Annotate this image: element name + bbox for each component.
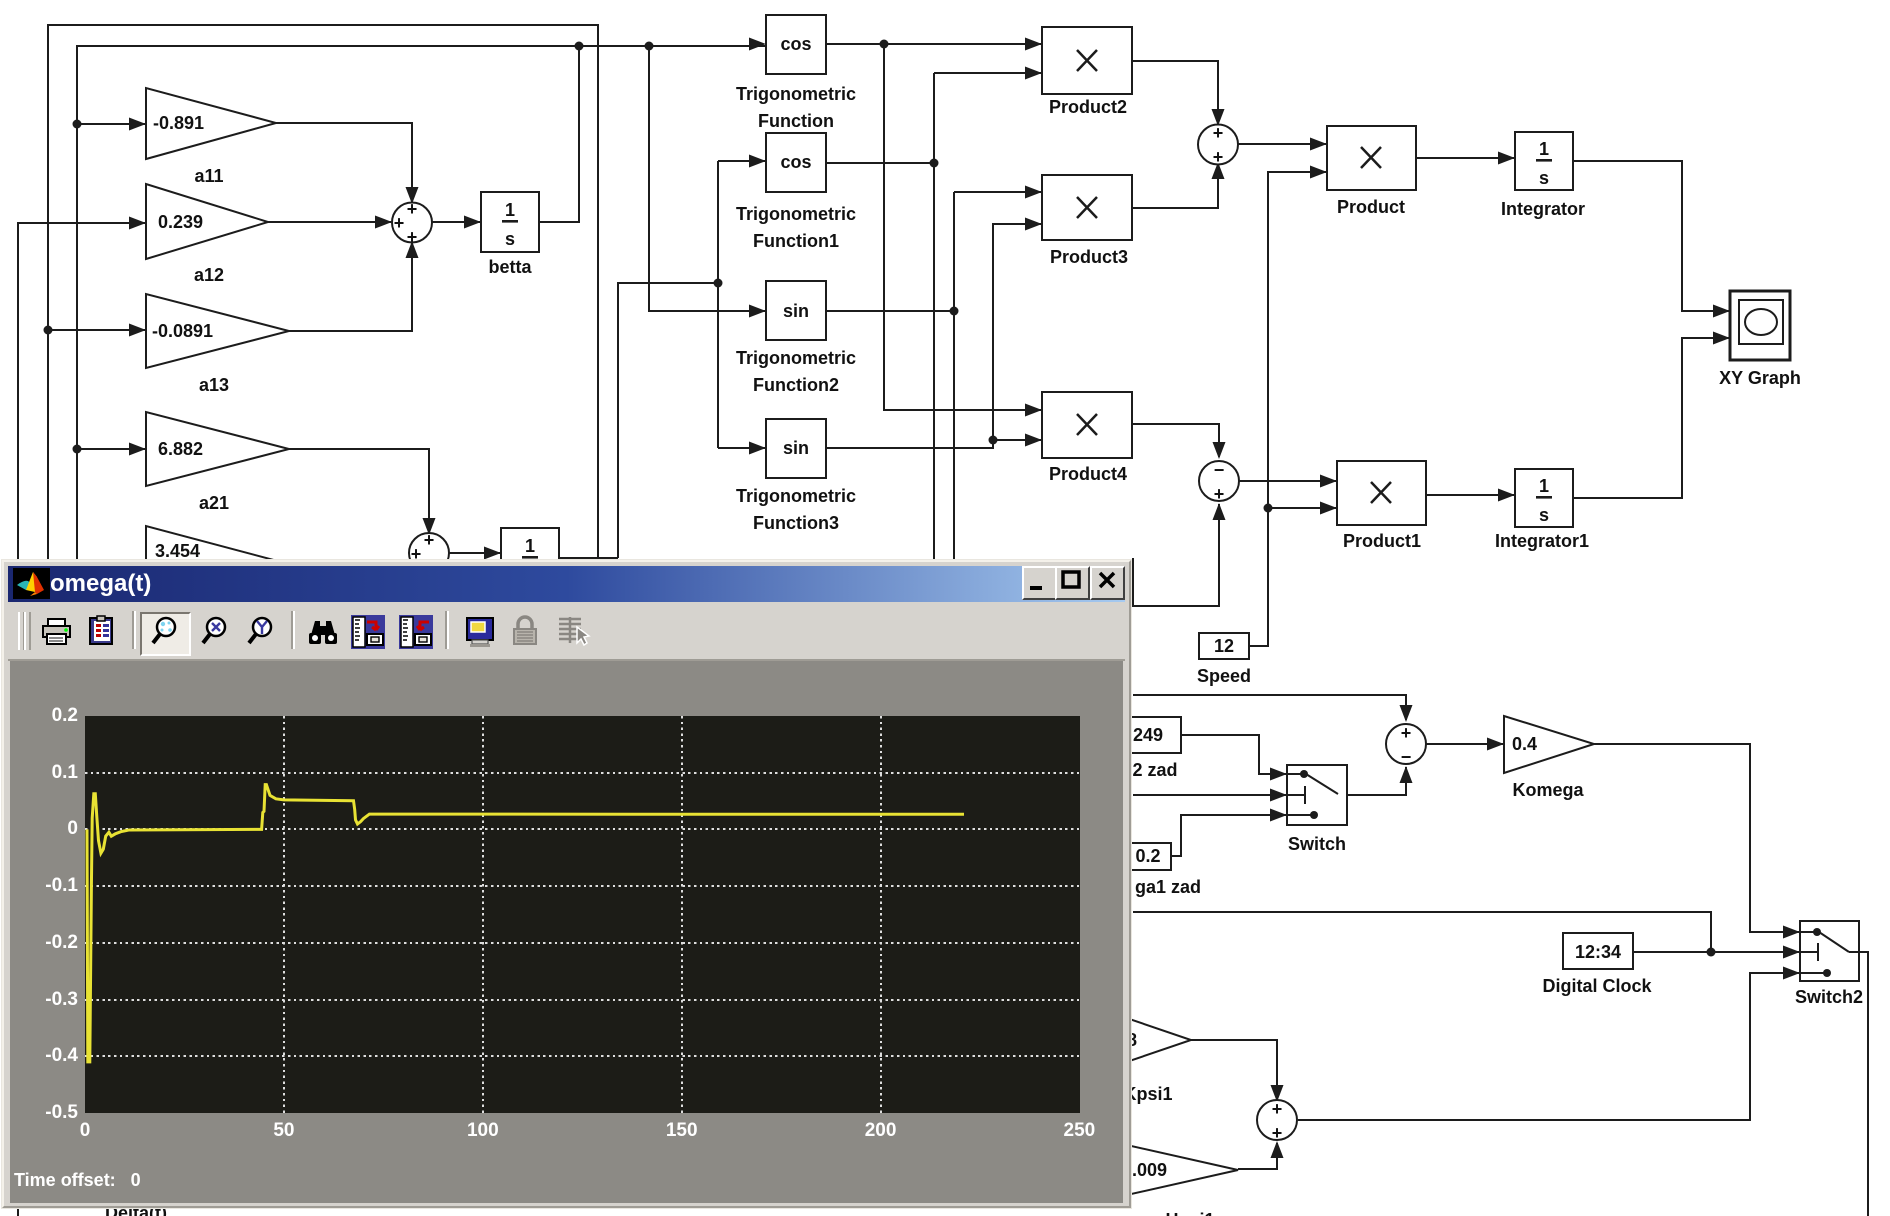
svg-text:3.454: 3.454: [155, 541, 200, 561]
svg-text:XY Graph: XY Graph: [1719, 368, 1801, 388]
svg-text:cos: cos: [780, 152, 811, 172]
svg-text:Speed: Speed: [1197, 666, 1251, 686]
svg-text:sin: sin: [783, 301, 809, 321]
svg-text:Trigonometric: Trigonometric: [736, 204, 856, 224]
svg-text:Komega: Komega: [1512, 780, 1584, 800]
svg-text:Integrator: Integrator: [1501, 199, 1585, 219]
svg-text:sin: sin: [783, 438, 809, 458]
svg-text:Trigonometric: Trigonometric: [736, 486, 856, 506]
svg-text:Product4: Product4: [1049, 464, 1127, 484]
svg-text:1: 1: [1539, 476, 1549, 496]
svg-text:Function3: Function3: [753, 513, 839, 533]
svg-text:Switch2: Switch2: [1795, 987, 1863, 1007]
svg-text:+: +: [1401, 723, 1412, 743]
svg-text:a13: a13: [199, 375, 229, 395]
svg-text:+: +: [1213, 147, 1224, 167]
svg-text:a12: a12: [194, 265, 224, 285]
svg-text:s: s: [505, 229, 515, 249]
svg-text:Hpsi1: Hpsi1: [1165, 1210, 1214, 1216]
svg-text:−: −: [1214, 460, 1225, 480]
svg-text:betta: betta: [488, 257, 532, 277]
svg-text:Function1: Function1: [753, 231, 839, 251]
svg-text:-0.0891: -0.0891: [152, 321, 213, 341]
svg-text:−: −: [1401, 747, 1412, 767]
svg-text:cos: cos: [780, 34, 811, 54]
svg-text:Function: Function: [758, 111, 834, 131]
svg-text:Digital Clock: Digital Clock: [1542, 976, 1652, 996]
svg-text:+: +: [1213, 123, 1224, 143]
svg-text:Product: Product: [1337, 197, 1405, 217]
svg-text:a11: a11: [194, 166, 223, 186]
svg-text:Switch: Switch: [1288, 834, 1346, 854]
svg-text:+: +: [1272, 1099, 1283, 1119]
svg-text:Trigonometric: Trigonometric: [736, 348, 856, 368]
svg-text:12:34: 12:34: [1575, 942, 1621, 962]
svg-text:s: s: [1539, 505, 1549, 525]
svg-text:Product1: Product1: [1343, 531, 1421, 551]
svg-text:a21: a21: [199, 493, 229, 513]
svg-text:s: s: [1539, 168, 1549, 188]
svg-text:+: +: [424, 530, 435, 550]
svg-text:0.2: 0.2: [1135, 846, 1160, 866]
svg-text:0.4: 0.4: [1512, 734, 1537, 754]
svg-text:1: 1: [505, 200, 515, 220]
svg-text:+: +: [394, 213, 405, 233]
svg-text:Function2: Function2: [753, 375, 839, 395]
svg-text:12: 12: [1214, 636, 1234, 656]
svg-text:+: +: [1214, 484, 1225, 504]
svg-text:Integrator1: Integrator1: [1495, 531, 1589, 551]
svg-text:Product3: Product3: [1050, 247, 1128, 267]
svg-text:Trigonometric: Trigonometric: [736, 84, 856, 104]
svg-text:ga1 zad: ga1 zad: [1135, 877, 1201, 897]
svg-text:Product2: Product2: [1049, 97, 1127, 117]
svg-text:+: +: [407, 199, 418, 219]
svg-text:+: +: [407, 227, 418, 247]
svg-text:+: +: [1272, 1123, 1283, 1143]
svg-text:1: 1: [525, 536, 535, 556]
svg-text:2 zad: 2 zad: [1132, 760, 1177, 780]
svg-text:0.239: 0.239: [158, 212, 203, 232]
svg-text:1: 1: [1539, 139, 1549, 159]
svg-text:6.882: 6.882: [158, 439, 203, 459]
svg-text:-0.891: -0.891: [153, 113, 204, 133]
